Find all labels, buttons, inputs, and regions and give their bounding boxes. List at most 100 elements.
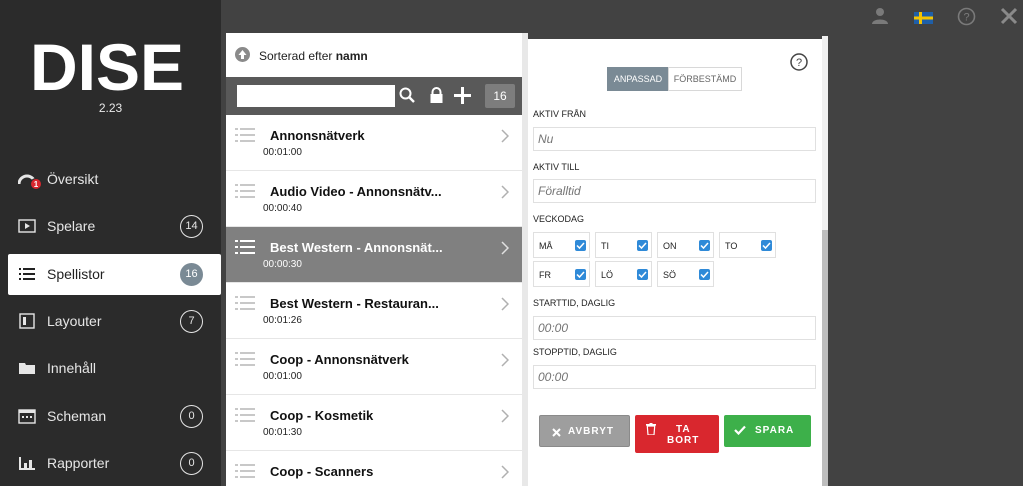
sidebar-item-spellistor[interactable]: Spellistor 16 bbox=[8, 254, 221, 295]
day-checkbox-so[interactable]: SÖ bbox=[657, 261, 714, 287]
alert-badge: 1 bbox=[30, 178, 42, 190]
delete-button[interactable]: TA BORT bbox=[635, 415, 719, 453]
sidebar-item-spelare[interactable]: Spelare 14 bbox=[8, 206, 221, 247]
drag-handle-icon[interactable] bbox=[235, 295, 255, 316]
svg-text:?: ? bbox=[963, 12, 969, 24]
sidebar-item-oversikt[interactable]: 1 Översikt bbox=[8, 159, 221, 200]
playlist-title: Best Western - Restauran... bbox=[270, 296, 439, 311]
playlist-title: Audio Video - Annonsnätv... bbox=[270, 184, 442, 199]
checkbox-checked-icon[interactable] bbox=[637, 240, 648, 251]
sort-label: Sorterad efter namn bbox=[259, 49, 368, 63]
list-item[interactable]: Coop - Kosmetik 00:01:30 bbox=[226, 395, 522, 451]
checkbox-checked-icon[interactable] bbox=[761, 240, 772, 251]
chevron-right-icon bbox=[501, 185, 510, 204]
sidebar-item-rapporter[interactable]: Rapporter 0 bbox=[8, 443, 221, 484]
mode-preset-tab[interactable]: FÖRBESTÄMD bbox=[668, 67, 742, 91]
playlist-duration: 00:00:40 bbox=[263, 203, 302, 214]
drag-handle-icon[interactable] bbox=[235, 183, 255, 204]
search-input[interactable] bbox=[237, 85, 395, 107]
chevron-right-icon bbox=[501, 465, 510, 484]
cancel-button[interactable]: AVBRYT bbox=[539, 415, 630, 447]
swedish-flag-icon[interactable] bbox=[914, 11, 933, 29]
sort-toggle[interactable]: Sorterad efter namn bbox=[226, 33, 522, 77]
list-item[interactable]: Audio Video - Annonsnätv... 00:00:40 bbox=[226, 171, 522, 227]
list-item[interactable]: Coop - Scanners bbox=[226, 451, 522, 486]
svg-text:?: ? bbox=[796, 57, 802, 69]
check-icon bbox=[734, 425, 746, 438]
lock-icon[interactable] bbox=[429, 87, 444, 109]
user-icon[interactable] bbox=[871, 7, 889, 30]
cancel-label: AVBRYT bbox=[568, 426, 614, 437]
drag-handle-icon[interactable] bbox=[235, 407, 255, 428]
chevron-right-icon bbox=[501, 409, 510, 428]
start-time-input[interactable] bbox=[533, 316, 816, 340]
list-icon bbox=[18, 266, 36, 282]
playlist-title: Coop - Kosmetik bbox=[270, 408, 374, 423]
checkbox-checked-icon[interactable] bbox=[575, 269, 586, 280]
sidebar-item-label: Scheman bbox=[47, 408, 107, 424]
sidebar: DISE 2.23 1 Översikt Spelare 14 Spellist… bbox=[0, 0, 221, 486]
chevron-right-icon bbox=[501, 241, 510, 260]
day-label: SÖ bbox=[663, 270, 677, 280]
start-time-label: STARTTID, DAGLIG bbox=[533, 298, 616, 308]
drag-handle-icon[interactable] bbox=[235, 463, 255, 484]
day-checkbox-lo[interactable]: LÖ bbox=[595, 261, 652, 287]
checkbox-checked-icon[interactable] bbox=[699, 240, 710, 251]
day-checkbox-on[interactable]: ON bbox=[657, 232, 714, 258]
day-checkbox-ti[interactable]: TI bbox=[595, 232, 652, 258]
report-icon bbox=[18, 455, 36, 471]
form-help-icon[interactable]: ? bbox=[790, 53, 808, 76]
search-icon[interactable] bbox=[399, 87, 415, 108]
checkbox-checked-icon[interactable] bbox=[699, 269, 710, 280]
chevron-right-icon bbox=[501, 129, 510, 148]
count-badge: 0 bbox=[180, 452, 203, 475]
drag-handle-icon[interactable] bbox=[235, 127, 255, 148]
drag-handle-icon[interactable] bbox=[235, 351, 255, 372]
count-badge: 16 bbox=[180, 263, 203, 286]
logo-text: DISE bbox=[30, 32, 184, 94]
save-button[interactable]: SPARA bbox=[724, 415, 811, 447]
active-to-input[interactable] bbox=[533, 179, 816, 203]
playlist-count-badge: 16 bbox=[485, 84, 515, 108]
sidebar-item-scheman[interactable]: Scheman 0 bbox=[8, 396, 221, 437]
list-item[interactable]: Coop - Annonsnätverk 00:01:00 bbox=[226, 339, 522, 395]
active-to-label: AKTIV TILL bbox=[533, 162, 580, 172]
day-checkbox-ma[interactable]: MÅ bbox=[533, 232, 590, 258]
mode-custom-tab[interactable]: ANPASSAD bbox=[607, 67, 669, 91]
playlist-duration: 00:01:26 bbox=[263, 315, 302, 326]
playlist-panel: Sorterad efter namn 16 Annonsnätverk 00:… bbox=[226, 33, 522, 486]
dise-logo: DISE bbox=[30, 32, 184, 94]
day-checkbox-fr[interactable]: FR bbox=[533, 261, 590, 287]
add-icon[interactable] bbox=[454, 87, 471, 109]
save-label: SPARA bbox=[755, 425, 795, 436]
stop-time-input[interactable] bbox=[533, 365, 816, 389]
folder-icon bbox=[18, 360, 36, 376]
checkbox-checked-icon[interactable] bbox=[575, 240, 586, 251]
sidebar-item-layouter[interactable]: Layouter 7 bbox=[8, 301, 221, 342]
list-item[interactable]: Best Western - Restauran... 00:01:26 bbox=[226, 283, 522, 339]
search-toolbar: 16 bbox=[226, 77, 522, 115]
day-label: LÖ bbox=[601, 270, 614, 280]
chevron-right-icon bbox=[501, 297, 510, 316]
sidebar-item-label: Översikt bbox=[47, 171, 99, 187]
checkbox-checked-icon[interactable] bbox=[637, 269, 648, 280]
playlist-title: Coop - Scanners bbox=[270, 464, 374, 479]
app-version: 2.23 bbox=[98, 101, 123, 115]
drag-handle-icon[interactable] bbox=[235, 239, 255, 260]
day-label: ON bbox=[663, 241, 677, 251]
sidebar-item-innehall[interactable]: Innehåll bbox=[8, 348, 221, 389]
help-icon[interactable]: ? bbox=[957, 7, 976, 31]
count-badge: 7 bbox=[180, 310, 203, 333]
list-item[interactable]: Annonsnätverk 00:01:00 bbox=[226, 115, 522, 171]
day-checkbox-to[interactable]: TO bbox=[719, 232, 776, 258]
active-from-input[interactable] bbox=[533, 127, 816, 151]
day-label: TO bbox=[725, 241, 738, 251]
schedule-form: ANPASSAD FÖRBESTÄMD ? AKTIV FRÅN AKTIV T… bbox=[528, 39, 822, 486]
list-item-selected[interactable]: Best Western - Annonsnät... 00:00:30 bbox=[226, 227, 522, 283]
playlist-duration: 00:01:00 bbox=[263, 147, 302, 158]
close-icon[interactable] bbox=[1000, 7, 1018, 30]
playlist-title: Best Western - Annonsnät... bbox=[270, 240, 443, 255]
active-from-label: AKTIV FRÅN bbox=[533, 109, 587, 119]
form-scrollbar-thumb[interactable] bbox=[822, 230, 828, 486]
sort-key: namn bbox=[335, 49, 368, 63]
